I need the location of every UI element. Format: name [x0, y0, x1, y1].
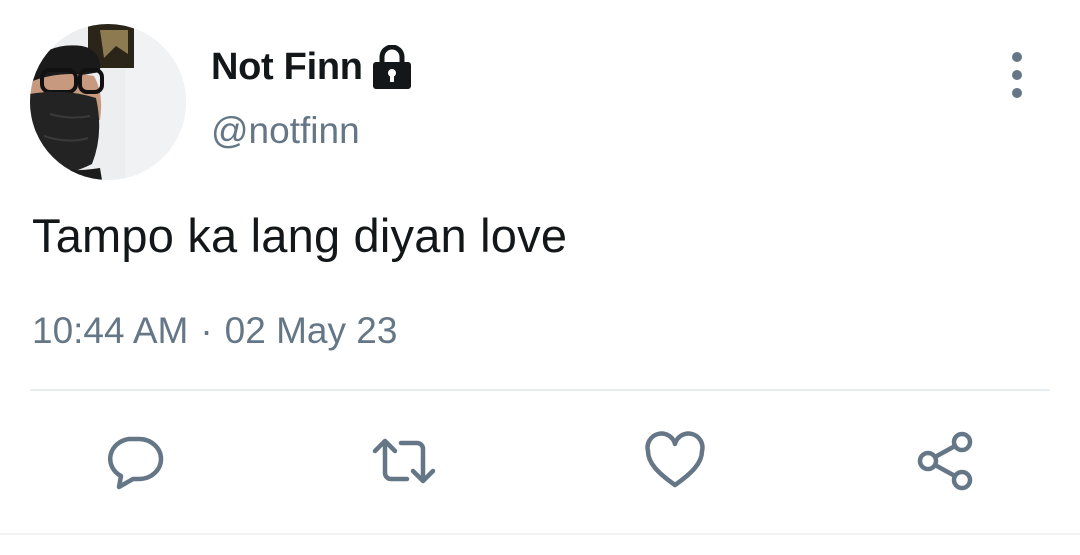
reply-icon: [107, 436, 164, 490]
avatar[interactable]: [30, 24, 186, 180]
display-name-row: Not Finn: [211, 42, 412, 92]
more-dot: [1012, 52, 1022, 62]
profile-photo-icon: [30, 24, 186, 180]
share-icon: [917, 431, 973, 491]
tweet-card: Not Finn @notfinn Tampo ka lang diyan lo…: [0, 0, 1080, 555]
tweet-text: Tampo ka lang diyan love: [32, 209, 568, 262]
divider: [30, 389, 1050, 391]
more-vertical-icon[interactable]: [1000, 52, 1034, 98]
retweet-button[interactable]: [371, 428, 437, 494]
tweet-time: 10:44 AM: [32, 310, 189, 351]
bottom-border: [0, 533, 1080, 535]
heart-icon: [645, 431, 705, 488]
like-button[interactable]: [642, 428, 708, 494]
lock-icon: [372, 44, 412, 89]
user-handle[interactable]: @notfinn: [211, 110, 360, 152]
timestamp-separator: ·: [200, 310, 213, 351]
share-button[interactable]: [912, 428, 978, 494]
reply-button[interactable]: [102, 428, 168, 494]
tweet-timestamp: 10:44 AM · 02 May 23: [32, 310, 397, 352]
retweet-icon: [372, 438, 436, 484]
display-name[interactable]: Not Finn: [211, 46, 363, 89]
more-dot: [1012, 70, 1022, 80]
more-dot: [1012, 88, 1022, 98]
tweet-date: 02 May 23: [224, 310, 398, 351]
